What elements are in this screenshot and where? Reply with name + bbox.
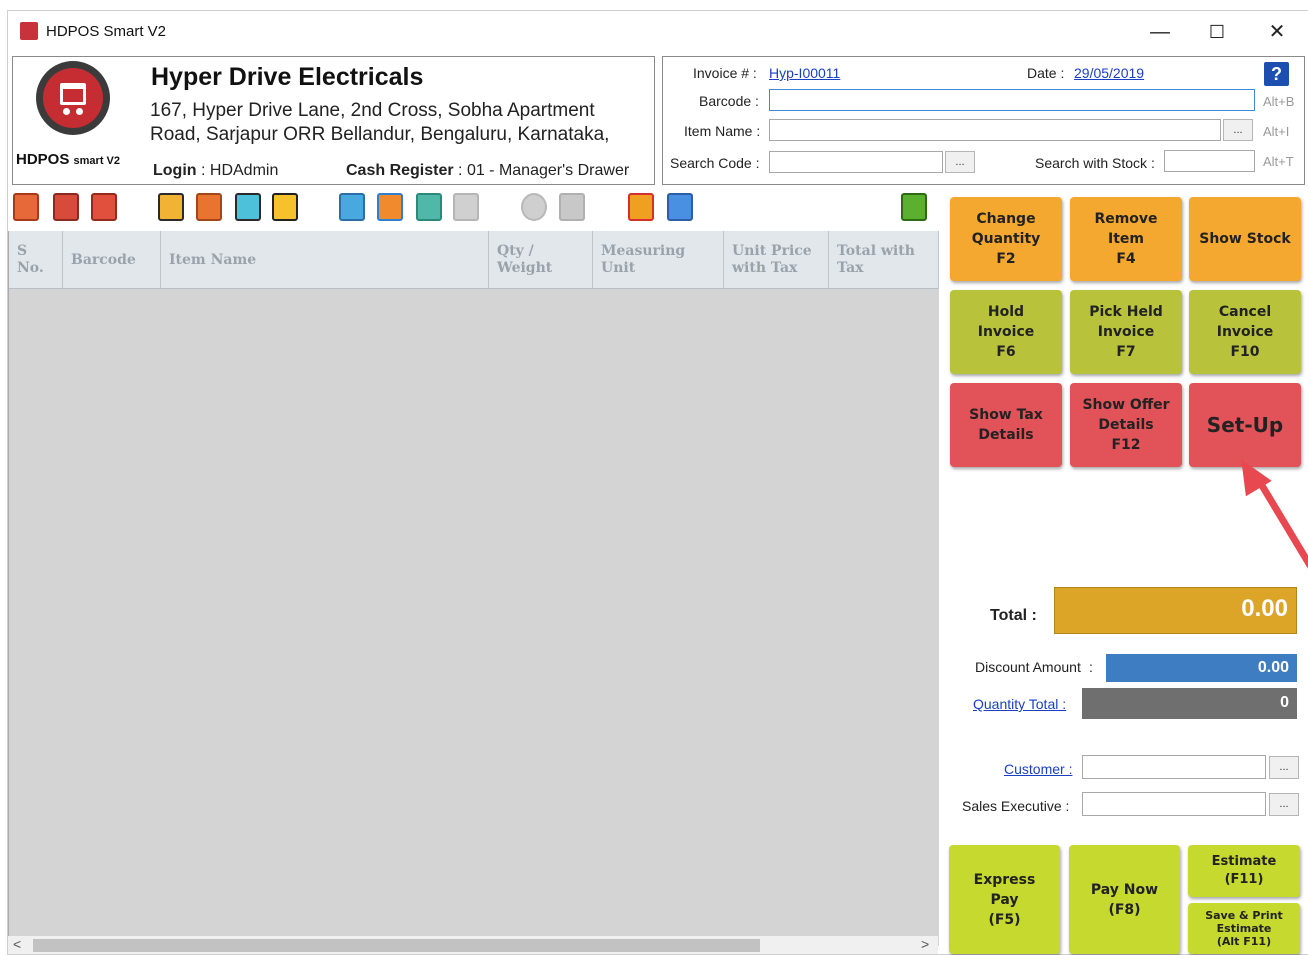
show-tax-details-button[interactable]: Show Tax Details	[950, 383, 1062, 467]
store-address: 167, Hyper Drive Lane, 2nd Cross, Sobha …	[150, 100, 610, 145]
settings-gear-icon[interactable]	[901, 193, 927, 221]
remove-item-button[interactable]: Remove Item F4	[1070, 197, 1182, 281]
scroll-left-arrow-icon[interactable]: <	[13, 936, 21, 952]
apps-icon[interactable]	[628, 193, 654, 221]
scrollbar-thumb[interactable]	[33, 939, 760, 952]
close-button[interactable]: ✕	[1255, 17, 1299, 47]
brand-label: HDPOS smart V2	[16, 151, 120, 168]
barcode-shortcut: Alt+B	[1263, 94, 1295, 109]
store-header: HDPOS smart V2 Hyper Drive Electricals 1…	[12, 56, 655, 185]
title-bar: HDPOS Smart V2 — ☐ ✕	[8, 11, 1308, 53]
help-icon[interactable]: ?	[1264, 62, 1289, 86]
search-code-label: Search Code :	[670, 155, 760, 171]
item-name-input[interactable]	[769, 119, 1221, 141]
invoice-number-label: Invoice # :	[693, 65, 757, 81]
total-value: 0.00	[1054, 587, 1297, 634]
estimate-button[interactable]: Estimate (F11)	[1188, 845, 1300, 897]
pointer-arrow-shaft	[1254, 475, 1308, 576]
search-code-input[interactable]	[769, 151, 943, 173]
col-barcode[interactable]: Barcode	[63, 231, 161, 288]
invoice-number-link[interactable]: Hyp-I00011	[769, 65, 840, 81]
item-name-shortcut: Alt+I	[1263, 124, 1290, 139]
setup-button[interactable]: Set-Up	[1189, 383, 1301, 467]
col-item-name[interactable]: Item Name	[161, 231, 489, 288]
pay-now-button[interactable]: Pay Now (F8)	[1069, 845, 1180, 954]
show-offer-details-button[interactable]: Show Offer Details F12	[1070, 383, 1182, 467]
barcode-input[interactable]	[769, 89, 1255, 111]
window-title: HDPOS Smart V2	[46, 23, 167, 40]
search-stock-shortcut: Alt+T	[1263, 154, 1294, 169]
user-icon[interactable]	[667, 193, 693, 221]
cash-register-info: Cash Register : 01 - Manager's Drawer	[346, 162, 630, 179]
card-icon-disabled[interactable]	[453, 193, 479, 221]
customer-browse-button[interactable]: ...	[1269, 756, 1299, 779]
customer-report-icon[interactable]	[91, 193, 117, 221]
date-label: Date :	[1027, 65, 1065, 81]
cart-icon[interactable]	[235, 193, 261, 221]
store-name: Hyper Drive Electricals	[151, 63, 424, 91]
discount-amount-label: Discount Amount	[975, 659, 1081, 675]
date-link[interactable]: 29/05/2019	[1074, 65, 1144, 81]
discount-amount-value: 0.00	[1106, 654, 1297, 682]
total-label: Total :	[990, 607, 1037, 624]
sales-executive-browse-button[interactable]: ...	[1269, 793, 1299, 816]
delete-icon-disabled[interactable]	[559, 193, 585, 221]
app-window: HDPOS Smart V2 — ☐ ✕ HDPOS smart V2 Hype…	[7, 10, 1308, 955]
col-total-with-tax[interactable]: Total with Tax	[829, 231, 939, 288]
col-measuring-unit[interactable]: Measuring Unit	[593, 231, 724, 288]
col-unit-price[interactable]: Unit Price with Tax	[724, 231, 829, 288]
refresh-icon[interactable]	[272, 193, 298, 221]
sales-report-icon[interactable]	[53, 193, 79, 221]
express-pay-button[interactable]: Express Pay (F5)	[949, 845, 1060, 954]
sales-executive-input[interactable]	[1082, 792, 1266, 816]
grid-header: S No. Barcode Item Name Qty / Weight Measu…	[9, 231, 939, 289]
sales-executive-label: Sales Executive :	[962, 798, 1070, 814]
store-logo	[36, 61, 110, 135]
search-stock-label: Search with Stock :	[1035, 155, 1155, 171]
login-info: Login : HDAdmin	[153, 162, 279, 179]
show-stock-button[interactable]: Show Stock	[1189, 197, 1301, 281]
maximize-button[interactable]: ☐	[1195, 17, 1239, 47]
customer-link[interactable]: Customer :	[1004, 761, 1072, 777]
offer-icon[interactable]	[416, 193, 442, 221]
minimize-button[interactable]: —	[1138, 17, 1182, 47]
search-code-browse-button[interactable]: ...	[945, 151, 975, 173]
pick-held-invoice-button[interactable]: Pick Held Invoice F7	[1070, 290, 1182, 374]
hold-invoice-button[interactable]: Hold Invoice F6	[950, 290, 1062, 374]
document-icon[interactable]	[196, 193, 222, 221]
item-name-label: Item Name :	[684, 123, 761, 139]
item-name-browse-button[interactable]: ...	[1223, 119, 1253, 141]
cancel-invoice-button[interactable]: Cancel Invoice F10	[1189, 290, 1301, 374]
invoice-header: Invoice # : Hyp-I00011 Date : 29/05/2019…	[662, 56, 1305, 185]
quantity-total-value: 0	[1082, 688, 1297, 719]
cart-icon	[60, 83, 86, 105]
stock-transfer-icon[interactable]	[339, 193, 365, 221]
barcode-label: Barcode :	[699, 93, 759, 109]
report-icon[interactable]	[13, 193, 39, 221]
search-stock-input[interactable]	[1164, 150, 1255, 172]
invoice-icon[interactable]	[158, 193, 184, 221]
discount-separator: :	[1089, 659, 1093, 675]
col-qty-weight[interactable]: Qty / Weight	[489, 231, 593, 288]
horizontal-scrollbar[interactable]: < >	[8, 936, 938, 954]
col-sno[interactable]: S No.	[9, 231, 63, 288]
undo-icon-disabled[interactable]	[521, 193, 547, 221]
change-quantity-button[interactable]: Change Quantity F2	[950, 197, 1062, 281]
items-grid[interactable]: S No. Barcode Item Name Qty / Weight Measu…	[8, 231, 939, 946]
save-print-estimate-button[interactable]: Save & Print Estimate (Alt F11)	[1188, 903, 1300, 954]
purchase-icon[interactable]	[377, 193, 403, 221]
quantity-total-link[interactable]: Quantity Total :	[973, 696, 1066, 712]
customer-input[interactable]	[1082, 755, 1266, 779]
app-cart-icon	[20, 22, 38, 40]
scroll-right-arrow-icon[interactable]: >	[921, 936, 929, 952]
